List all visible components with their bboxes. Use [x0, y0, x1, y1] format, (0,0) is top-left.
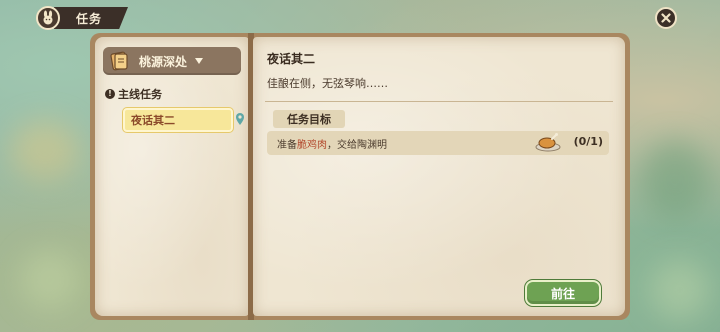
background-blob	[20, 250, 80, 310]
quest-detail-page: 夜话其二 佳酿在侧，无弦琴响…… 任务目标 准备脆鸡肉，交给陶渊明 (0/1) …	[253, 37, 625, 316]
objective-row: 准备脆鸡肉，交给陶渊明 (0/1)	[267, 131, 609, 155]
objective-progress: (0/1)	[573, 135, 603, 148]
quest-description: 佳酿在侧，无弦琴响……	[267, 77, 388, 90]
rabbit-icon	[36, 6, 60, 30]
background-blob	[650, 260, 710, 320]
divider	[265, 101, 613, 102]
quest-book: 桃源深处 ! 主线任务 夜话其二 夜话其二 佳酿在侧，无弦琴响…… 任务目标 准…	[90, 33, 630, 320]
chevron-down-icon	[195, 58, 204, 64]
page-title: 任务	[54, 7, 129, 29]
close-icon	[661, 13, 671, 23]
region-selector[interactable]: 桃源深处	[103, 47, 241, 75]
main-quest-section: ! 主线任务	[105, 86, 162, 102]
quest-list-item[interactable]: 夜话其二	[123, 108, 233, 132]
go-button[interactable]: 前往	[525, 280, 601, 306]
region-label: 桃源深处	[139, 54, 188, 69]
header-bar: 任务	[36, 6, 129, 30]
map-pin-icon[interactable]	[235, 112, 245, 126]
alert-icon: !	[105, 89, 115, 99]
section-label: 主线任务	[118, 88, 162, 101]
quest-title: 夜话其二	[267, 52, 316, 66]
roast-chicken-icon	[535, 133, 561, 152]
background-blob	[640, 140, 710, 220]
background-blob	[10, 120, 80, 180]
objective-item-name: 脆鸡肉	[297, 139, 327, 151]
objective-text: 准备脆鸡肉，交给陶渊明	[277, 139, 387, 151]
book-icon	[110, 51, 128, 71]
quest-list-page: 桃源深处 ! 主线任务 夜话其二	[95, 37, 249, 316]
close-button[interactable]	[655, 7, 677, 29]
objective-header: 任务目标	[273, 110, 345, 128]
quest-item-label: 夜话其二	[131, 114, 175, 127]
